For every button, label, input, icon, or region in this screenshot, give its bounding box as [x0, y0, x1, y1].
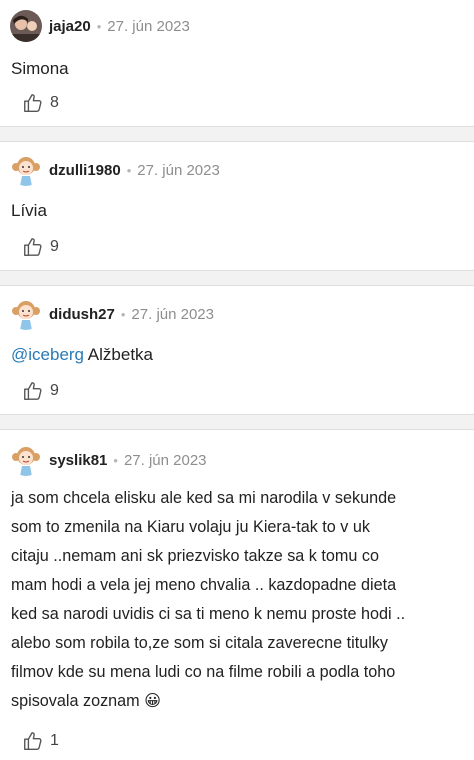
avatar[interactable]	[10, 298, 42, 330]
like-button[interactable]: 9	[22, 236, 59, 258]
separator-dot: •	[126, 162, 132, 178]
comment-date: 27. jún 2023	[137, 161, 220, 179]
grinning-face-emoji: 😀	[144, 692, 162, 710]
avatar[interactable]	[10, 10, 42, 42]
mention-link[interactable]: @iceberg	[11, 345, 84, 364]
username[interactable]: dzulli1980	[49, 162, 121, 179]
comment-header: jaja20 • 27. jún 2023	[10, 10, 190, 42]
comment-text: @iceberg Alžbetka	[11, 340, 464, 369]
text-line: citaju ..nemam ani sk priezvisko takze s…	[11, 547, 379, 565]
username[interactable]: didush27	[49, 306, 115, 323]
thumbs-up-icon	[22, 92, 44, 114]
separator-dot: •	[96, 18, 102, 34]
comment-card: didush27 • 27. jún 2023 @iceberg Alžbetk…	[0, 286, 474, 412]
thumbs-up-icon	[22, 730, 44, 752]
comment-card: dzulli1980 • 27. jún 2023 Lívia 9	[0, 142, 474, 268]
avatar[interactable]	[10, 154, 42, 186]
like-count: 8	[50, 94, 59, 111]
like-count: 9	[50, 238, 59, 255]
comment-card: syslik81 • 27. jún 2023 ja som chcela el…	[0, 430, 474, 760]
comment-text: ja som chcela elisku ale ked sa mi narod…	[11, 484, 464, 716]
username[interactable]: jaja20	[49, 18, 91, 35]
text-line: som to zmenila na Kiaru volaju ju Kiera-…	[11, 518, 370, 536]
username[interactable]: syslik81	[49, 452, 107, 469]
comment-header: syslik81 • 27. jún 2023	[10, 444, 207, 476]
text-line: alebo som robila to,ze som si citala zav…	[11, 634, 388, 652]
comment-card: jaja20 • 27. jún 2023 Simona 8	[0, 0, 474, 126]
text-line: filmov kde su mena ludi co na filme robi…	[11, 663, 396, 681]
comment-header: didush27 • 27. jún 2023	[10, 298, 214, 330]
comment-date: 27. jún 2023	[123, 451, 207, 469]
text-line: ja som chcela elisku ale ked sa mi narod…	[11, 489, 397, 507]
text-line: ked sa narodi uvidis ci sa ti meno k nem…	[11, 605, 406, 623]
thumbs-up-icon	[22, 380, 44, 402]
divider	[0, 126, 474, 142]
avatar[interactable]	[10, 444, 42, 476]
separator-dot: •	[113, 452, 118, 468]
comment-date: 27. jún 2023	[131, 305, 214, 323]
like-button[interactable]: 1	[22, 730, 59, 752]
like-button[interactable]: 9	[22, 380, 59, 402]
like-count: 9	[50, 382, 59, 399]
divider	[0, 414, 474, 430]
text-line: spisovala zoznam 😀	[11, 692, 162, 710]
separator-dot: •	[120, 306, 126, 322]
comment-date: 27. jún 2023	[107, 17, 190, 35]
comment-header: dzulli1980 • 27. jún 2023	[10, 154, 220, 186]
comment-text: Lívia	[11, 201, 47, 220]
comment-text-rest: Alžbetka	[84, 345, 154, 364]
divider	[0, 270, 474, 286]
text-line: mam hodi a vela jej meno chvalia .. kazd…	[11, 576, 397, 594]
thumbs-up-icon	[22, 236, 44, 258]
comment-text: Simona	[11, 59, 69, 78]
like-count: 1	[50, 732, 59, 749]
like-button[interactable]: 8	[22, 92, 59, 114]
